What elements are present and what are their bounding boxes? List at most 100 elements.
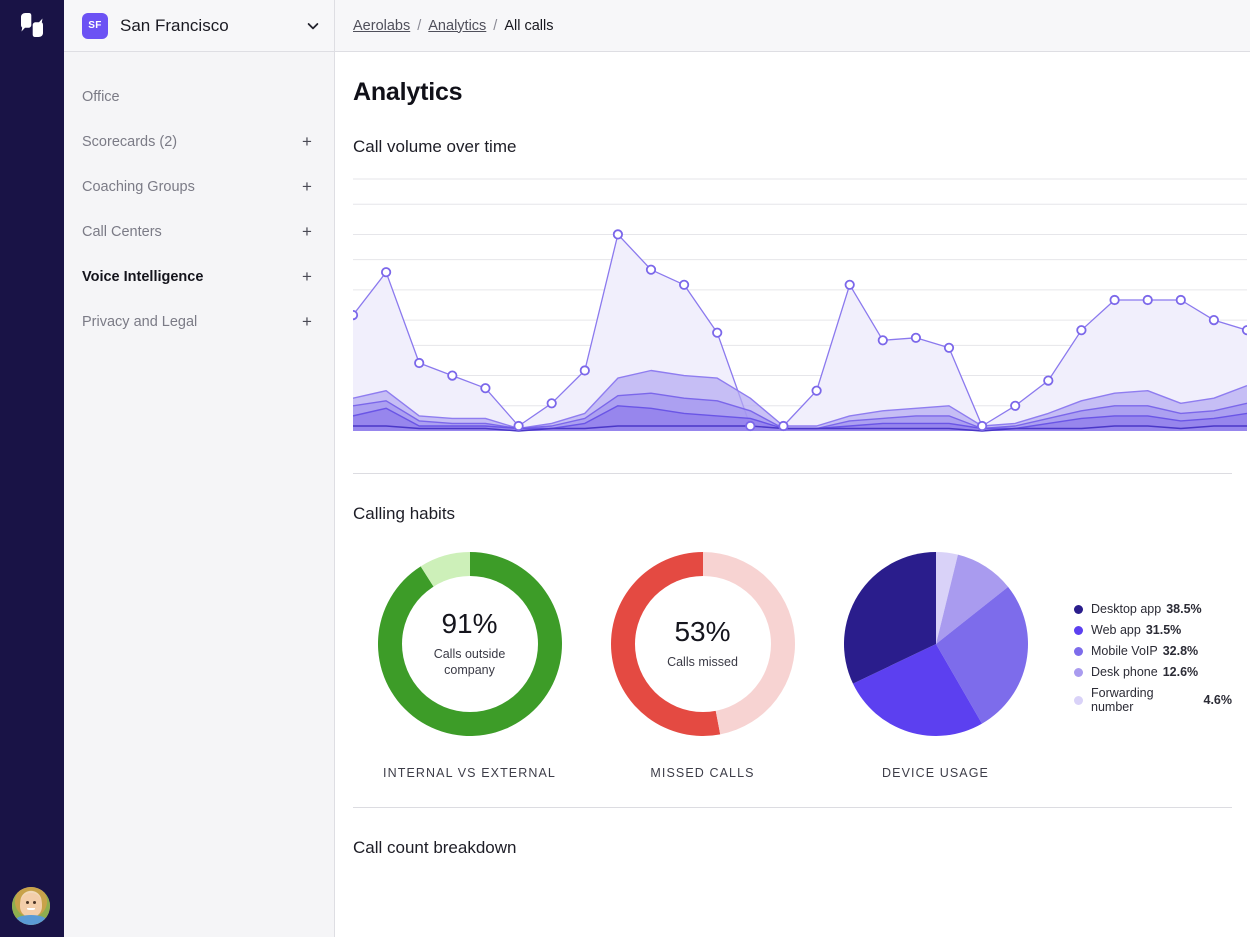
org-name: San Francisco [120,16,306,36]
chart-data-point[interactable] [912,334,920,342]
org-switcher[interactable]: SF San Francisco [64,0,334,52]
breadcrumb-item-aerolabs[interactable]: Aerolabs [353,18,410,34]
chart-data-point[interactable] [647,266,655,274]
chart-caption-missed-calls: MISSED CALLS [650,766,754,780]
legend-label: Desk phone [1091,665,1158,679]
sidebar-item-office[interactable]: Office [64,74,334,119]
pie-device-usage[interactable] [838,546,1034,742]
chart-data-point[interactable] [680,281,688,289]
call-volume-svg[interactable] [353,173,1247,441]
legend-value: 12.6% [1163,665,1198,679]
avatar-face [20,893,41,917]
chart-data-point[interactable] [548,399,556,407]
calling-habits-row: 91% Calls outside company INTERNAL VS EX… [353,546,1232,780]
legend-item: Mobile VoIP 32.8% [1074,644,1232,658]
call-volume-chart[interactable] [353,173,1232,446]
chart-data-point[interactable] [779,422,787,430]
expand-plus-icon[interactable]: + [300,223,314,240]
expand-plus-icon[interactable]: + [300,268,314,285]
sidebar-item-label: Scorecards (2) [82,134,300,150]
legend-color-dot [1074,605,1083,614]
legend-label: Mobile VoIP [1091,644,1158,658]
sidebar-item-label: Office [82,89,314,105]
sidebar-item-label: Privacy and Legal [82,314,300,330]
chart-data-point[interactable] [1110,296,1118,304]
chart-internal-vs-external[interactable]: 91% Calls outside company INTERNAL VS EX… [353,546,586,780]
chart-data-point[interactable] [581,366,589,374]
chart-missed-calls[interactable]: 53% Calls missed MISSED CALLS [586,546,819,780]
breadcrumb-separator-2: / [493,18,497,34]
legend-color-dot [1074,668,1083,677]
chart-device-usage[interactable]: DEVICE USAGE [819,546,1052,780]
avatar[interactable] [12,887,50,925]
chart-data-point[interactable] [514,422,522,430]
donut-center-missed-calls: 53% Calls missed [635,576,771,712]
chart-data-point[interactable] [945,344,953,352]
legend-item: Desk phone 12.6% [1074,665,1232,679]
breadcrumb-separator-1: / [417,18,421,34]
chart-caption-device-usage: DEVICE USAGE [882,766,989,780]
breadcrumb: Aerolabs / Analytics / All calls [335,0,1250,52]
org-initials-badge: SF [82,13,108,39]
app-root: SF San Francisco OfficeScorecards (2)+Co… [0,0,1250,937]
legend-value: 32.8% [1163,644,1198,658]
chart-data-point[interactable] [448,371,456,379]
section-title-call-volume: Call volume over time [353,137,1232,157]
donut-center-internal-external: 91% Calls outside company [402,576,538,712]
chart-data-point[interactable] [1077,326,1085,334]
legend-label: Desktop app [1091,602,1161,616]
legend-value: 4.6% [1204,693,1233,707]
chart-data-point[interactable] [746,422,754,430]
legend-color-dot [1074,647,1083,656]
chart-data-point[interactable] [1210,316,1218,324]
legend-value: 31.5% [1146,623,1181,637]
sidebar-item-scorecards-2[interactable]: Scorecards (2)+ [64,119,334,164]
donut-missed-calls[interactable]: 53% Calls missed [605,546,801,742]
sidebar-item-label: Coaching Groups [82,179,300,195]
chart-data-point[interactable] [353,311,357,319]
dialpad-logo-icon[interactable] [14,12,50,38]
app-rail [0,0,64,937]
chart-data-point[interactable] [614,230,622,238]
section-divider-1 [353,473,1232,474]
breadcrumb-item-analytics[interactable]: Analytics [428,18,486,34]
chart-data-point[interactable] [978,422,986,430]
chart-data-point[interactable] [1177,296,1185,304]
device-usage-legend: Desktop app 38.5% Web app31.5% Mobile VoIP 3… [1074,602,1232,714]
sidebar-item-coaching-groups[interactable]: Coaching Groups+ [64,164,334,209]
chart-caption-internal-external: INTERNAL VS EXTERNAL [383,766,556,780]
chevron-down-icon[interactable] [306,19,320,33]
expand-plus-icon[interactable]: + [300,313,314,330]
breadcrumb-item-current: All calls [504,18,553,34]
donut-internal-external[interactable]: 91% Calls outside company [372,546,568,742]
sidebar-item-label: Call Centers [82,224,300,240]
sidebar-item-call-centers[interactable]: Call Centers+ [64,209,334,254]
donut-label-missed-calls: Calls missed [667,655,738,671]
chart-data-point[interactable] [713,329,721,337]
chart-data-point[interactable] [1243,326,1247,334]
legend-item: Desktop app 38.5% [1074,602,1232,616]
chart-data-point[interactable] [481,384,489,392]
legend-value: 38.5% [1166,602,1201,616]
donut-value-internal-external: 91% [441,609,497,640]
page-title: Analytics [353,78,1232,107]
chart-data-point[interactable] [382,268,390,276]
chart-data-point[interactable] [1011,402,1019,410]
chart-data-point[interactable] [415,359,423,367]
chart-data-point[interactable] [1144,296,1152,304]
chart-data-point[interactable] [812,387,820,395]
section-divider-2 [353,807,1232,808]
sidebar-nav-list: OfficeScorecards (2)+Coaching Groups+Cal… [64,52,334,344]
legend-item: Web app31.5% [1074,623,1232,637]
chart-data-point[interactable] [879,336,887,344]
legend-item: Forwarding number4.6% [1074,686,1232,714]
chart-data-point[interactable] [1044,376,1052,384]
donut-value-missed-calls: 53% [674,617,730,648]
expand-plus-icon[interactable]: + [300,133,314,150]
chart-data-point[interactable] [846,281,854,289]
sidebar: SF San Francisco OfficeScorecards (2)+Co… [64,0,335,937]
sidebar-item-voice-intelligence[interactable]: Voice Intelligence+ [64,254,334,299]
main-content: Aerolabs / Analytics / All calls Analyti… [335,0,1250,937]
expand-plus-icon[interactable]: + [300,178,314,195]
sidebar-item-privacy-and-legal[interactable]: Privacy and Legal+ [64,299,334,344]
